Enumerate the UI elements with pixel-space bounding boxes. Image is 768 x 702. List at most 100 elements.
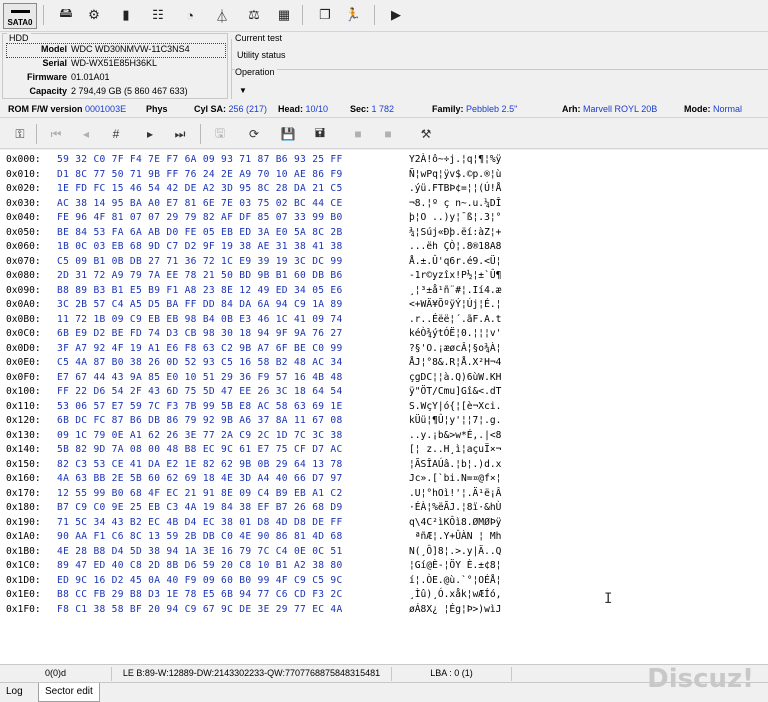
hex-bytes[interactable]: 12 55 99 B0 68 4F EC 21 91 8E 09 C4 B9 E… [57,488,343,499]
hex-bytes[interactable]: 89 47 ED 40 C8 2D 8B D6 59 20 C8 10 B1 A… [57,560,343,571]
model-row[interactable]: Model WDC WD30NMVW-11C3NS4 [6,43,226,58]
save-icon[interactable]: 🖫 [210,124,230,144]
hex-ascii[interactable]: ...ëh ÇÒ¦.8®18A8 [409,241,501,252]
scale-icon[interactable]: ⚖ [243,4,265,26]
hex-row[interactable]: 0x130: 09 1C 79 0E A1 62 26 3E 77 2A C9 2… [0,429,768,443]
hex-ascii[interactable]: .r..Éëë¦´.ãF.A.t [409,314,501,325]
hex-ascii[interactable]: çgDC¦¦à.Q)6ùW.KH [409,372,501,383]
hex-row[interactable]: 0x0A0: 3C 2B 57 C4 A5 D5 BA FF DD 84 DA 6… [0,298,768,312]
hex-row[interactable]: 0x020: 1E FD FC 15 46 54 42 DE A2 3D 95 8… [0,182,768,196]
hex-ascii[interactable]: N(¸Ô]8¦.>.y|Ä..Q [409,546,501,557]
tab-log[interactable]: Log [0,683,29,702]
hex-row[interactable]: 0x1F0: F8 C1 38 58 BF 20 94 C9 67 9C DE 3… [0,603,768,617]
hex-ascii[interactable]: ..y.¡b&>w*É,.|<8 [409,430,501,441]
hex-ascii[interactable]: Å.±.Û'q6r.é9.<Ü¦ [409,256,501,267]
hex-row[interactable]: 0x070: C5 09 B1 0B DB 27 71 36 72 1C E9 3… [0,255,768,269]
hex-row[interactable]: 0x1D0: ED 9C 16 D2 45 0A 40 F9 09 60 B0 9… [0,574,768,588]
save-file-icon[interactable]: 💾 [278,124,298,144]
hex-row[interactable]: 0x180: B7 C9 C0 9E 25 EB C3 4A 19 84 38 E… [0,501,768,515]
hex-row[interactable]: 0x050: BE 84 53 FA 6A AB D0 FE 05 EB ED 3… [0,226,768,240]
hex-row[interactable]: 0x040: FE 96 4F 81 07 07 29 79 82 AF DF 8… [0,211,768,225]
tree-icon[interactable]: ☷ [147,4,169,26]
hex-ascii[interactable]: kéÒ¾ýtÓË¦0.¦¦¦v' [409,328,501,339]
sata-port-button[interactable]: ▬▬ SATA0 [3,3,37,29]
hex-ascii[interactable]: ·ÉÀ¦%ëÃJ.¦8ï·&hÙ [409,502,501,513]
hex-bytes[interactable]: BE 84 53 FA 6A AB D0 FE 05 EB ED 3A E0 5… [57,227,343,238]
hex-bytes[interactable]: 3C 2B 57 C4 A5 D5 BA FF DD 84 DA 6A 94 C… [57,299,343,310]
hex-ascii[interactable]: ÿ"ÖT/Cmu]Gî&<.dT [409,386,501,397]
play-icon[interactable]: ▶ [385,4,407,26]
hex-row[interactable]: 0x060: 1B 0C 03 EB 68 9D C7 D2 9F 19 38 A… [0,240,768,254]
hex-ascii[interactable]: í¦.ÒE.@ù.`°¦OÉÅ¦ [409,575,501,586]
hex-bytes[interactable]: 09 1C 79 0E A1 62 26 3E 77 2A C9 2C 1D 7… [57,430,343,441]
hex-bytes[interactable]: 6B E9 D2 BE FD 74 D3 CB 98 30 18 94 9F 9… [57,328,343,339]
hex-row[interactable]: 0x1E0: B8 CC FB 29 B8 D3 1E 78 E5 6B 94 7… [0,588,768,602]
hex-bytes[interactable]: 4A 63 BB 2E 5B 60 62 69 18 4E 3D A4 40 6… [57,473,343,484]
hex-bytes[interactable]: F8 C1 38 58 BF 20 94 C9 67 9C DE 3E 29 7… [57,604,343,615]
key-icon[interactable]: ⚿ [10,124,30,144]
prev-sector-icon[interactable]: ◂ [76,124,96,144]
hex-ascii[interactable]: ªñÆ¦.Y+ÛÀN ¦ Mh [409,531,502,542]
hex-ascii[interactable]: ¦ÃSÎAÚâ.¦b¦.)d.x [409,459,501,470]
hex-ascii[interactable]: S.WçY|ó{¦[è¬Xci. [409,401,501,412]
hex-ascii[interactable]: þ¦O ..)y¦¯ß¦.3¦° [409,212,501,223]
refresh-icon[interactable]: ⟳ [244,124,264,144]
hex-ascii[interactable]: q\4C²ìKÔì8.ØMØÞÿ [409,517,501,528]
hex-bytes[interactable]: 3F A7 92 4F 19 A1 E6 F8 63 C2 9B A7 6F B… [57,343,343,354]
hex-row[interactable]: 0x0B0: 11 72 1B 09 C9 EB EB 98 B4 0B E3 4… [0,313,768,327]
runner-icon[interactable]: 🏃 [342,4,364,26]
grid-icon[interactable]: ▦ [273,4,295,26]
hex-bytes[interactable]: 2D 31 72 A9 79 7A EE 78 21 50 BD 9B B1 6… [57,270,343,281]
hex-bytes[interactable]: C5 4A 87 B0 38 26 0D 52 93 C5 16 58 B2 4… [57,357,343,368]
hex-row[interactable]: 0x110: 53 06 57 E7 59 7C F3 7B 99 5B E8 A… [0,400,768,414]
hex-bytes[interactable]: 4E 28 B8 D4 5D 38 94 1A 3E 16 79 7C C4 0… [57,546,343,557]
hex-row[interactable]: 0x0C0: 6B E9 D2 BE FD 74 D3 CB 98 30 18 9… [0,327,768,341]
hex-row[interactable]: 0x080: 2D 31 72 A9 79 7A EE 78 21 50 BD 9… [0,269,768,283]
hex-bytes[interactable]: 59 32 C0 7F F4 7E F7 6A 09 93 71 87 B6 9… [57,154,343,165]
settings-icon[interactable]: ⚙ [83,4,105,26]
hex-editor[interactable]: 0x000: 59 32 C0 7F F4 7E F7 6A 09 93 71 8… [0,150,768,664]
hex-bytes[interactable]: 53 06 57 E7 59 7C F3 7B 99 5B E8 AC 58 6… [57,401,343,412]
hex-bytes[interactable]: 11 72 1B 09 C9 EB EB 98 B4 0B E3 46 1C 4… [57,314,343,325]
hex-row[interactable]: 0x170: 12 55 99 B0 68 4F EC 21 91 8E 09 C… [0,487,768,501]
block-icon[interactable]: ■ [348,124,368,144]
hex-ascii[interactable]: ¸Ìû)¸Ó.xåk¦wÆÍó, [409,589,501,600]
hex-ascii[interactable]: ?§'O.¡æøcÂ¦§o¾À¦ [409,343,501,354]
disk-icon[interactable]: ◔ [179,4,201,26]
hex-ascii[interactable]: ÅJ¦°8&.R¦Å.X²H¬4 [409,357,501,368]
hex-row[interactable]: 0x160: 4A 63 BB 2E 5B 60 62 69 18 4E 3D A… [0,472,768,486]
hex-ascii[interactable]: .U¦°hOì!'¦.Ä¹ë¡Â [409,488,501,499]
hex-row[interactable]: 0x1C0: 89 47 ED 40 C8 2D 8B D6 59 20 C8 1… [0,559,768,573]
hex-row[interactable]: 0x1B0: 4E 28 B8 D4 5D 38 94 1A 3E 16 79 7… [0,545,768,559]
hex-row[interactable]: 0x150: 82 C3 53 CE 41 DA E2 1E 82 62 9B 0… [0,458,768,472]
hex-bytes[interactable]: 82 C3 53 CE 41 DA E2 1E 82 62 9B 0B 29 6… [57,459,343,470]
hex-bytes[interactable]: 71 5C 34 43 B2 EC 4B D4 EC 38 01 D8 4D D… [57,517,343,528]
hex-bytes[interactable]: 1E FD FC 15 46 54 42 DE A2 3D 95 8C 28 D… [57,183,343,194]
hex-ascii[interactable]: -1r©yzîx!P½¦±`Û¶ [409,270,501,281]
hex-row[interactable]: 0x100: FF 22 D6 54 2F 43 6D 75 5D 47 EE 2… [0,385,768,399]
tools-icon[interactable]: ⚒ [416,124,436,144]
hex-ascii[interactable]: <+WÄ¥ÕºÿÝ¦Új¦É.¦ [409,299,501,310]
flask-icon[interactable]: ⏃ [211,4,233,26]
copy-icon[interactable]: ❐ [314,4,336,26]
goto-sector-icon[interactable]: # [106,124,126,144]
hex-row[interactable]: 0x0E0: C5 4A 87 B0 38 26 0D 52 93 C5 16 5… [0,356,768,370]
hex-ascii[interactable]: Jc».[`bi.N=¤@f×¦ [409,473,501,484]
hex-ascii[interactable]: Ñ¦wPq¦ÿv$.©p.®¦ù [409,169,501,180]
hex-ascii[interactable]: kÜü¦¶Û¦y'¦¦7¦.g. [409,415,501,426]
hex-bytes[interactable]: 5B 82 9D 7A 08 00 48 B8 EC 9C 61 E7 75 C… [57,444,343,455]
hex-bytes[interactable]: B8 89 B3 B1 E5 B9 F1 A8 23 8E 12 49 ED 3… [57,285,343,296]
hex-bytes[interactable]: 6B DC FC 87 B6 DB 86 79 92 9B A6 37 8A 1… [57,415,343,426]
hex-row[interactable]: 0x1A0: 90 AA F1 C6 8C 13 59 2B DB C0 4E 9… [0,530,768,544]
hex-row[interactable]: 0x030: AC 38 14 95 BA A0 E7 81 6E 7E 03 7… [0,197,768,211]
hex-bytes[interactable]: B7 C9 C0 9E 25 EB C3 4A 19 84 38 EF B7 2… [57,502,343,513]
hex-ascii[interactable]: ¸¦³±å¹ñ¨#¦.Ií4.æ [409,285,501,296]
hex-bytes[interactable]: AC 38 14 95 BA A0 E7 81 6E 7E 03 75 02 B… [57,198,343,209]
hex-row[interactable]: 0x010: D1 8C 77 50 71 9B FF 76 24 2E A9 7… [0,168,768,182]
hex-bytes[interactable]: FE 96 4F 81 07 07 29 79 82 AF DF 85 07 3… [57,212,343,223]
hex-row[interactable]: 0x0D0: 3F A7 92 4F 19 A1 E6 F8 63 C2 9B A… [0,342,768,356]
hex-row[interactable]: 0x120: 6B DC FC 87 B6 DB 86 79 92 9B A6 3… [0,414,768,428]
hex-ascii[interactable]: Y2À!ô~÷j.¦q¦¶¦%ÿ [409,154,501,165]
hex-ascii[interactable]: ¬8.¦º ç n~.u.¼DÎ [409,198,501,209]
hex-ascii[interactable]: ¦Gí@È-¦ÖY È.±¢8¦ [409,560,501,571]
